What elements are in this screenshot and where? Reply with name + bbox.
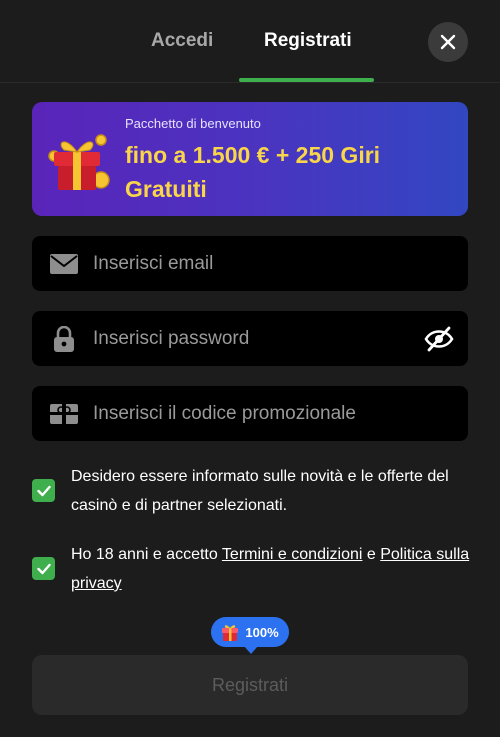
close-icon xyxy=(440,34,456,50)
gift-box-icon xyxy=(48,134,110,190)
newsletter-checkbox[interactable] xyxy=(32,479,55,502)
toggle-password-visibility[interactable] xyxy=(422,322,456,356)
tab-register[interactable]: Registrati xyxy=(264,30,352,52)
banner-title: fino a 1.500 € + 250 Giri Gratuiti xyxy=(125,142,381,202)
promo-code-input[interactable] xyxy=(93,386,468,441)
promo-code-field[interactable] xyxy=(32,386,468,441)
bonus-badge: 100% xyxy=(211,617,289,654)
welcome-bonus-banner: Pacchetto di benvenuto fino a 1.500 € + … xyxy=(32,102,468,216)
password-input[interactable] xyxy=(93,311,422,366)
gift-icon xyxy=(222,625,239,641)
password-field[interactable] xyxy=(32,311,468,366)
terms-consent: Ho 18 anni e accetto Termini e condizion… xyxy=(32,540,471,600)
gift-card-icon xyxy=(49,399,79,429)
close-button[interactable] xyxy=(428,22,468,62)
eye-off-icon xyxy=(424,326,454,351)
active-tab-indicator xyxy=(239,78,374,82)
terms-consent-text: Ho 18 anni e accetto Termini e condizion… xyxy=(71,540,471,598)
lock-icon xyxy=(49,324,79,354)
terms-prefix: Ho 18 anni e accetto xyxy=(71,546,222,563)
register-submit-button[interactable]: Registrati xyxy=(32,655,468,715)
newsletter-consent-text: Desidero essere informato sulle novità e… xyxy=(71,468,449,514)
checkmark-icon xyxy=(36,563,51,574)
auth-tabs: Accedi Registrati xyxy=(0,0,500,83)
terms-mid: e xyxy=(362,546,381,563)
terms-link[interactable]: Termini e condizioni xyxy=(222,546,363,563)
email-icon xyxy=(49,249,79,279)
banner-subtitle: Pacchetto di benvenuto xyxy=(125,116,261,131)
email-field[interactable] xyxy=(32,236,468,291)
terms-checkbox[interactable] xyxy=(32,557,55,580)
bonus-badge-text: 100% xyxy=(245,624,279,640)
checkmark-icon xyxy=(36,485,51,496)
newsletter-consent: Desidero essere informato sulle novità e… xyxy=(32,462,468,522)
email-input[interactable] xyxy=(93,236,468,291)
tab-login[interactable]: Accedi xyxy=(151,30,213,52)
